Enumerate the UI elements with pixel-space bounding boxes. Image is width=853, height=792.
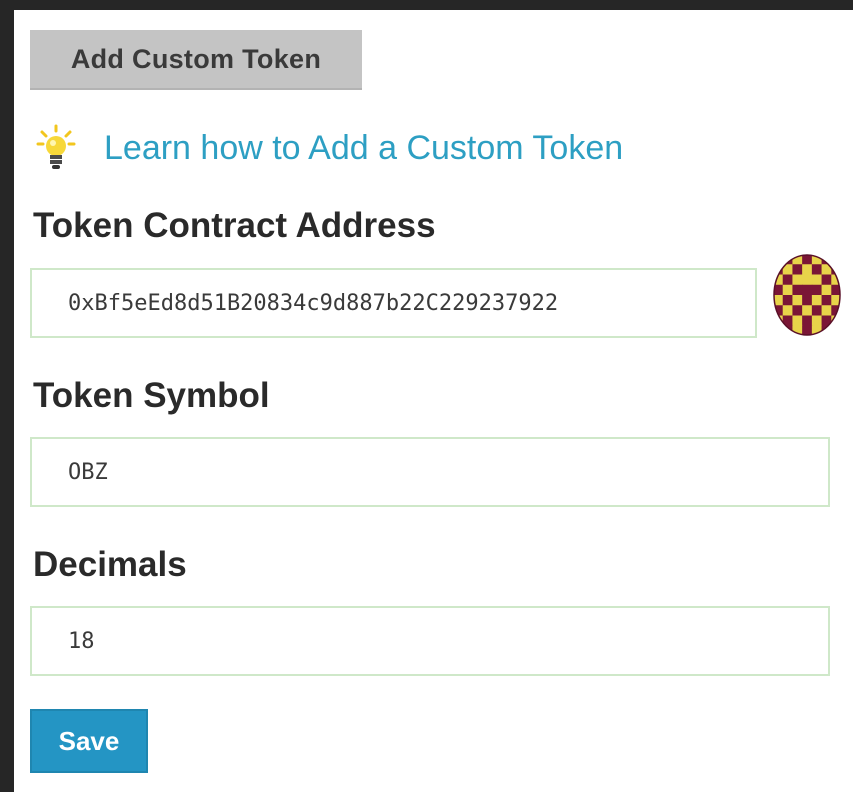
identicon-cell bbox=[774, 325, 784, 335]
identicon-cell bbox=[811, 315, 823, 327]
save-button[interactable]: Save bbox=[30, 709, 148, 773]
identicon-cell bbox=[774, 255, 784, 265]
identicon-cell bbox=[831, 255, 840, 265]
identicon-cell bbox=[831, 325, 840, 335]
lightbulb-icon bbox=[36, 124, 76, 169]
identicon-cell bbox=[802, 315, 813, 327]
identicon-cell bbox=[811, 295, 823, 306]
identicon-cell bbox=[811, 284, 823, 296]
token-symbol-input[interactable] bbox=[30, 437, 830, 507]
identicon-cell bbox=[821, 284, 832, 296]
identicon-cell bbox=[782, 274, 793, 286]
identicon-cell bbox=[811, 305, 823, 316]
identicon-cell bbox=[811, 274, 823, 286]
identicon-cell bbox=[782, 295, 793, 306]
add-custom-token-tab[interactable]: Add Custom Token bbox=[30, 30, 362, 90]
identicon-cell bbox=[811, 264, 823, 275]
identicon-cell bbox=[821, 305, 832, 316]
identicon-cell bbox=[792, 264, 803, 275]
identicon-cell bbox=[792, 305, 803, 316]
identicon-cell bbox=[782, 305, 793, 316]
identicon-cell bbox=[792, 274, 803, 286]
identicon-cell bbox=[802, 284, 813, 296]
decimals-input[interactable] bbox=[30, 606, 830, 676]
identicon-cell bbox=[792, 315, 803, 327]
identicon-cell bbox=[821, 295, 832, 306]
identicon-cell bbox=[821, 315, 832, 327]
learn-how-row: Learn how to Add a Custom Token bbox=[36, 122, 623, 174]
decimals-label: Decimals bbox=[33, 545, 187, 584]
identicon-cell bbox=[802, 274, 813, 286]
identicon-cell bbox=[792, 295, 803, 306]
token-contract-address-input[interactable] bbox=[30, 268, 757, 338]
identicon-cell bbox=[802, 264, 813, 275]
learn-custom-token-link[interactable]: Learn how to Add a Custom Token bbox=[104, 129, 623, 168]
add-custom-token-panel: Add Custom Token Learn how to Add a Cust… bbox=[14, 10, 853, 792]
identicon-cell bbox=[821, 274, 832, 286]
token-identicon bbox=[773, 254, 841, 336]
identicon-cell bbox=[802, 305, 813, 316]
identicon-cell bbox=[802, 295, 813, 306]
token-contract-address-label: Token Contract Address bbox=[33, 206, 436, 245]
identicon-cell bbox=[782, 284, 793, 296]
identicon-cell bbox=[792, 284, 803, 296]
token-symbol-label: Token Symbol bbox=[33, 376, 270, 415]
